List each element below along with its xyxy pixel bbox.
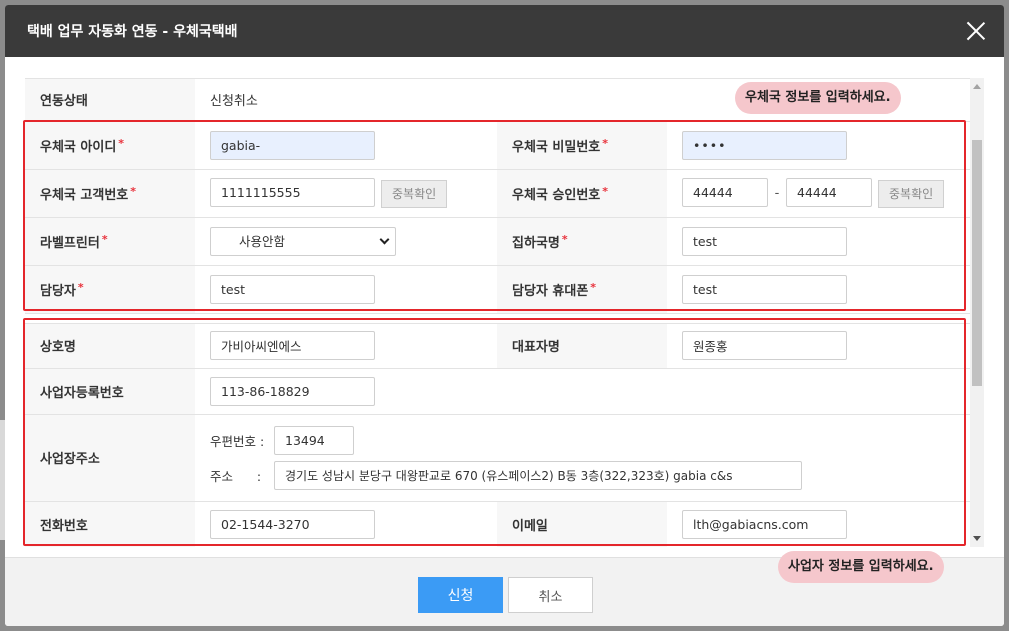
printer-label: 라벨프린터 xyxy=(40,235,100,251)
address-line: 주소 : xyxy=(210,460,970,490)
email-input[interactable] xyxy=(682,510,847,539)
required-mark: * xyxy=(118,136,125,150)
business-info-hint-bubble: 사업자 정보를 입력하세요. xyxy=(778,551,944,583)
integration-modal: 택배 업무 자동화 연동 - 우체국택배 연동상태 신청취소 우체국 아이디 * … xyxy=(5,5,1004,626)
form-table: 연동상태 신청취소 우체국 아이디* 우체국 비밀번호* 우체국 고객번호* 중… xyxy=(25,79,970,547)
manager-label: 담당자 xyxy=(40,283,76,299)
postal-id-input[interactable] xyxy=(210,130,375,160)
address-label: 사업장주소 xyxy=(25,414,195,502)
printer-select-value: 사용안함 xyxy=(239,233,286,249)
zip-line: 우편번호 : xyxy=(210,425,970,455)
reg-no-input[interactable] xyxy=(210,376,375,406)
required-mark: * xyxy=(130,184,137,198)
row-customer-no: 우체국 고객번호* 중복확인 우체국 승인번호* -중복확인 xyxy=(25,169,970,218)
required-mark: * xyxy=(77,280,84,294)
chevron-down-icon xyxy=(379,234,390,244)
required-mark: * xyxy=(602,184,609,198)
close-icon[interactable] xyxy=(964,19,988,43)
cancel-button[interactable]: 취소 xyxy=(508,577,593,613)
approval-no-input-1[interactable] xyxy=(682,178,768,208)
row-printer: 라벨프린터 * 사용안함 집하국명 * xyxy=(25,217,970,266)
form-scroll-area[interactable]: 연동상태 신청취소 우체국 아이디* 우체국 비밀번호* 우체국 고객번호* 중… xyxy=(25,78,970,547)
required-mark: * xyxy=(602,136,609,150)
address-input[interactable] xyxy=(274,460,802,490)
scroll-up-arrow-icon[interactable] xyxy=(973,84,981,89)
row-manager: 담당자* 담당자 휴대폰* xyxy=(25,265,970,314)
company-label: 상호명 xyxy=(25,323,195,369)
row-phone: 전화번호 이메일 xyxy=(25,501,970,547)
modal-body: 연동상태 신청취소 우체국 아이디* 우체국 비밀번호* 우체국 고객번호* 중… xyxy=(5,57,1004,557)
approval-no-input-2[interactable] xyxy=(786,178,872,208)
scroll-down-arrow-icon[interactable] xyxy=(973,536,981,541)
printer-select[interactable]: 사용안함 xyxy=(210,226,396,256)
customer-no-input[interactable] xyxy=(210,178,375,208)
postal-id-label: 우체국 아이디 xyxy=(40,139,117,155)
approval-no-label: 우체국 승인번호 xyxy=(512,187,601,203)
approval-no-dup-check-button[interactable]: 중복확인 xyxy=(878,179,945,208)
row-address: 사업장주소 우편번호 : 주소 : xyxy=(25,414,970,502)
email-label: 이메일 xyxy=(497,501,667,547)
required-mark: * xyxy=(101,232,108,246)
ceo-input[interactable] xyxy=(682,331,847,360)
postal-password-label: 우체국 비밀번호 xyxy=(512,139,601,155)
pickup-office-label: 집하국명 xyxy=(512,235,560,251)
vertical-scrollbar[interactable] xyxy=(970,78,984,547)
phone-input[interactable] xyxy=(210,510,375,539)
postal-password-input[interactable] xyxy=(682,130,847,160)
manager-input[interactable] xyxy=(210,274,375,304)
scrollbar-thumb[interactable] xyxy=(972,140,982,386)
company-input[interactable] xyxy=(210,331,375,360)
zip-label: 우편번호 : xyxy=(210,433,265,449)
modal-header: 택배 업무 자동화 연동 - 우체국택배 xyxy=(5,5,1004,57)
status-label: 연동상태 xyxy=(25,79,195,122)
ceo-label: 대표자명 xyxy=(497,323,667,369)
phone-label: 전화번호 xyxy=(25,501,195,547)
row-reg-no: 사업자등록번호 xyxy=(25,368,970,415)
section-spacer xyxy=(25,313,970,324)
postal-info-hint-bubble: 우체국 정보를 입력하세요. xyxy=(735,82,901,114)
row-company: 상호명 대표자명 xyxy=(25,323,970,369)
customer-no-label: 우체국 고객번호 xyxy=(40,187,129,203)
manager-phone-label: 담당자 휴대폰 xyxy=(512,283,589,299)
required-mark: * xyxy=(590,280,597,294)
addr-label: 주소 : xyxy=(210,468,262,484)
customer-no-dup-check-button[interactable]: 중복확인 xyxy=(381,179,448,208)
apply-button[interactable]: 신청 xyxy=(418,577,503,613)
row-postal-id: 우체국 아이디* 우체국 비밀번호* xyxy=(25,121,970,170)
pickup-office-input[interactable] xyxy=(682,226,847,256)
reg-no-label: 사업자등록번호 xyxy=(25,368,195,415)
approval-no-separator: - xyxy=(774,186,780,202)
required-mark: * xyxy=(561,232,568,246)
modal-title: 택배 업무 자동화 연동 - 우체국택배 xyxy=(27,24,238,40)
zip-input[interactable] xyxy=(274,425,354,455)
manager-phone-input[interactable] xyxy=(682,274,847,304)
